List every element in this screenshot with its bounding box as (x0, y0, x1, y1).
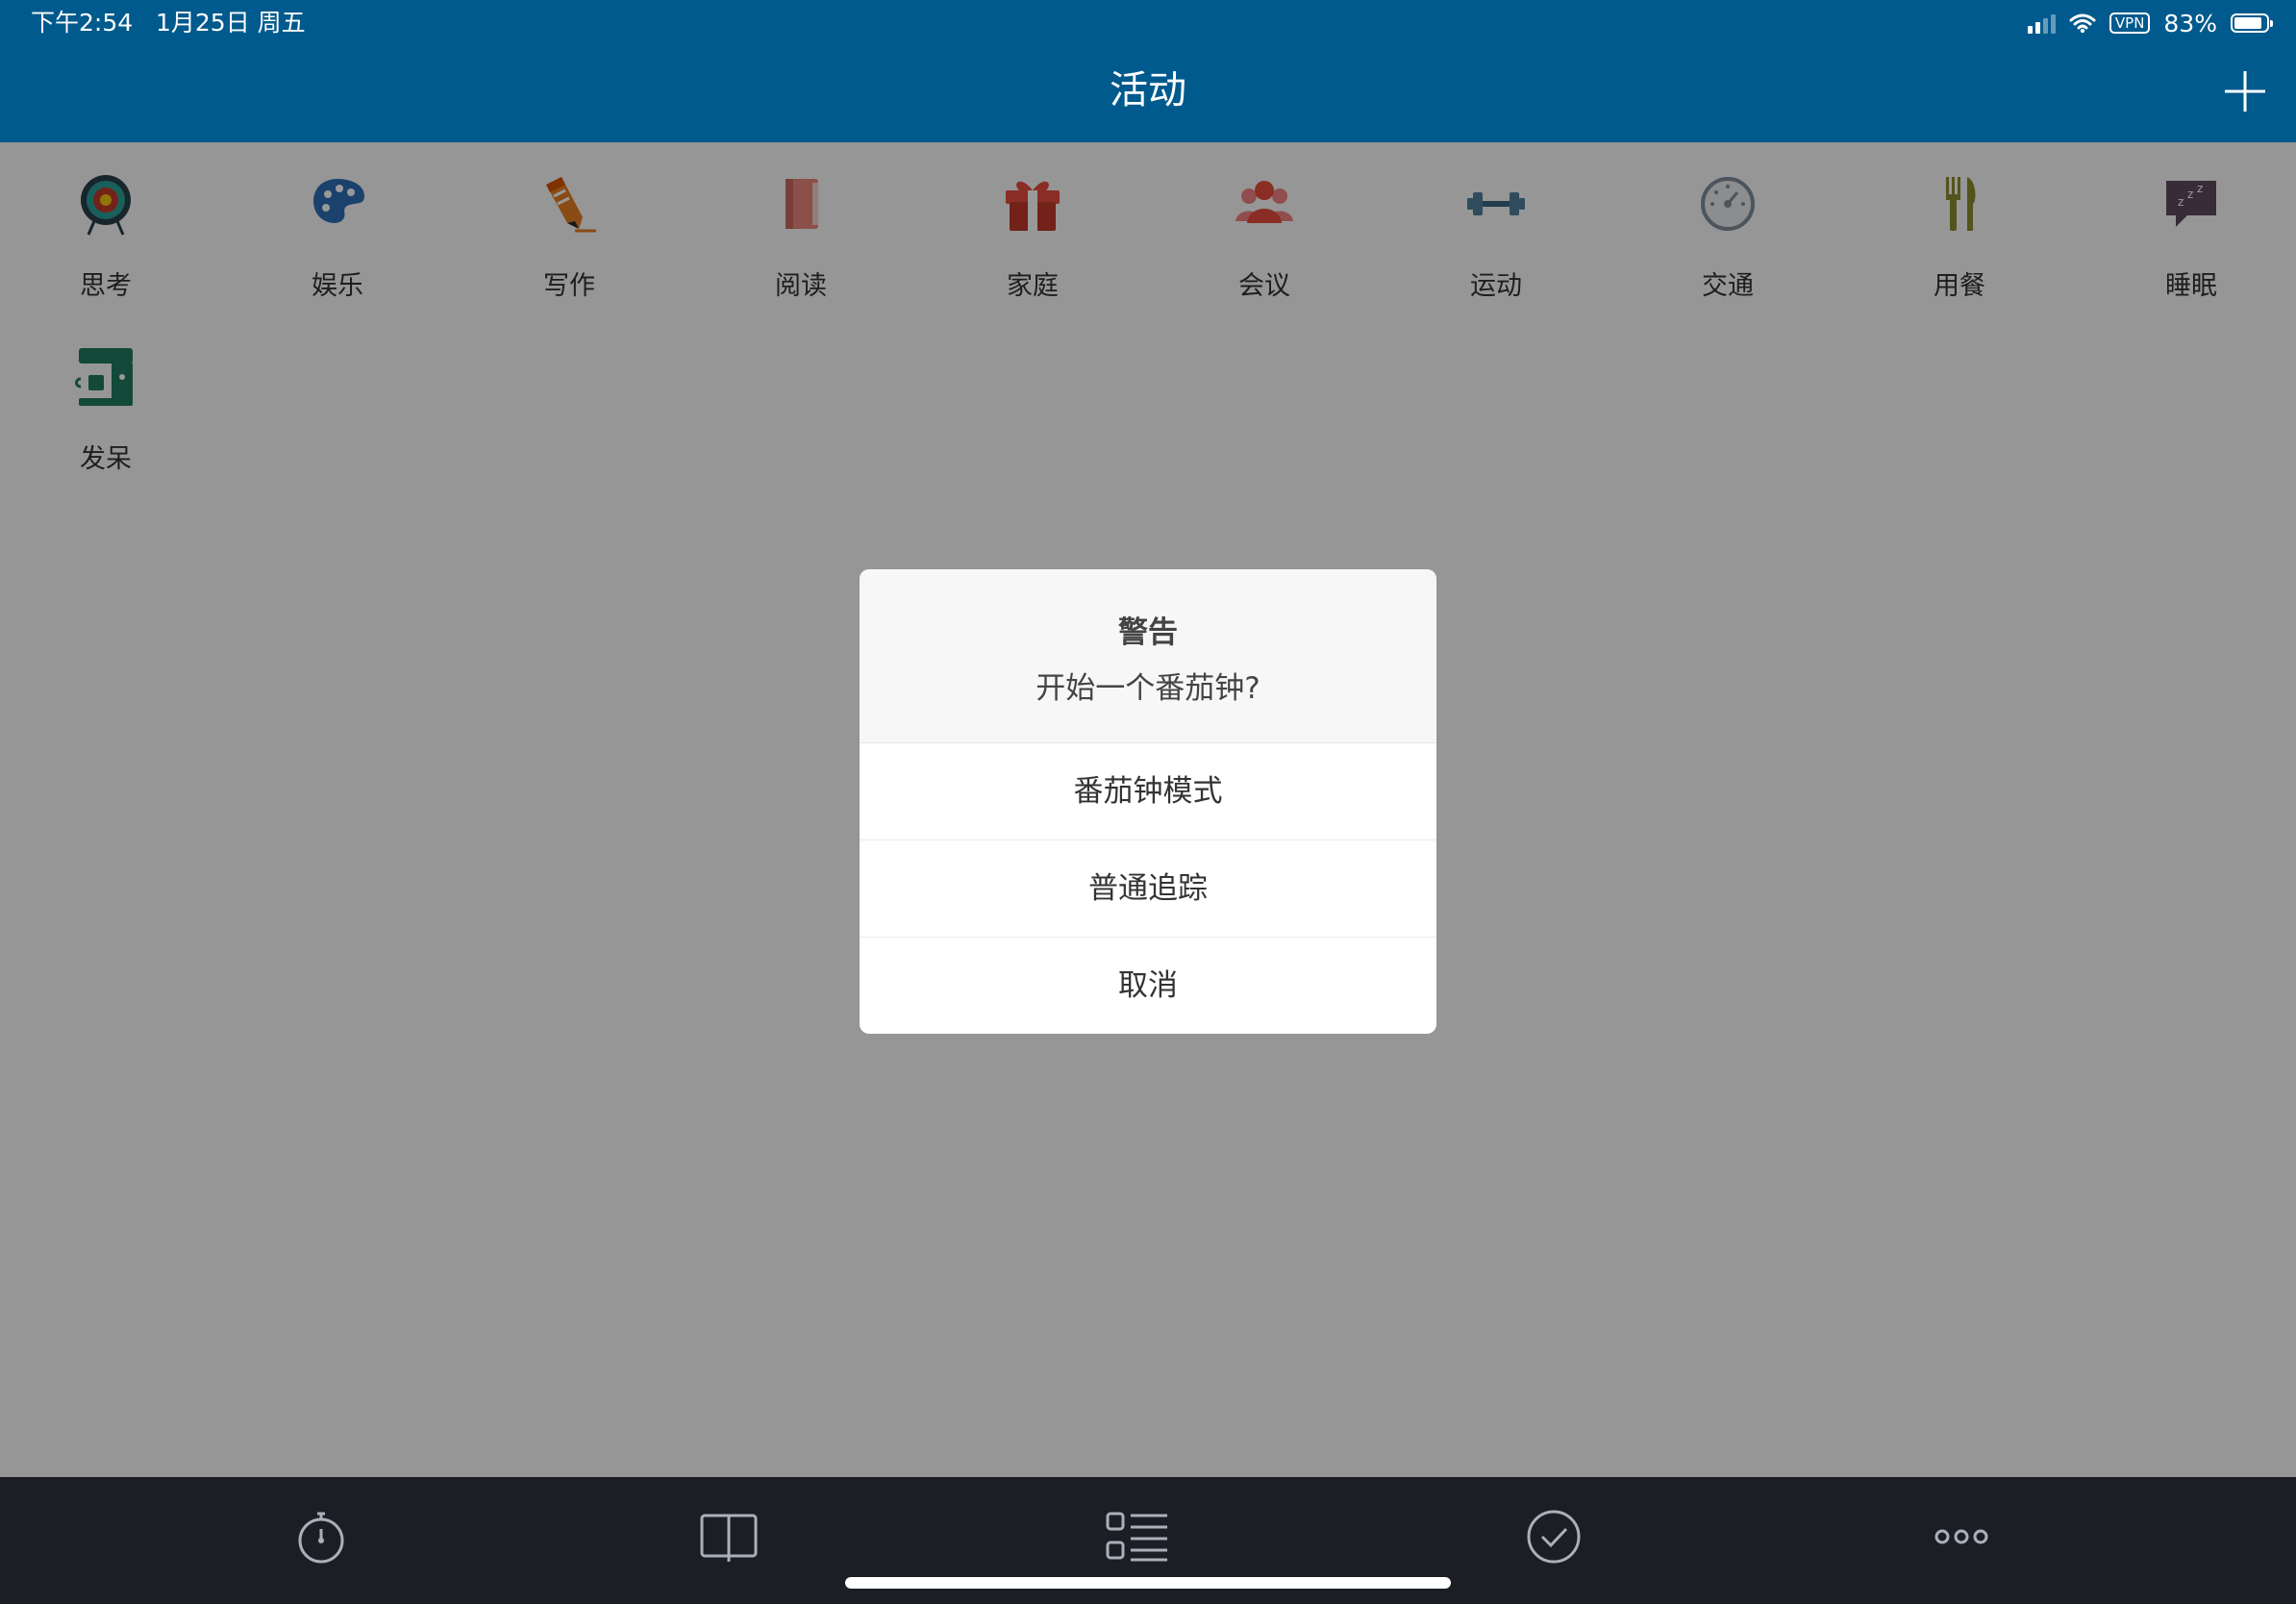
battery-icon (2231, 13, 2273, 33)
status-clock: 下午2:54 (31, 9, 134, 37)
more-icon[interactable] (1931, 1506, 1992, 1567)
book-open-icon[interactable] (698, 1506, 760, 1567)
app-window: 下午2:54 1月25日 周五 VPN 83% 活动 思考 娱乐 写作 阅读 家… (0, 0, 2296, 1604)
status-time: 下午2:54 1月25日 周五 (31, 8, 306, 38)
plus-icon[interactable] (2221, 67, 2269, 115)
list-icon[interactable] (1106, 1506, 1167, 1567)
pomodoro-mode-button[interactable]: 番茄钟模式 (860, 743, 1436, 840)
page-title: 活动 (1110, 68, 1186, 113)
dialog-message: 开始一个番茄钟? (1036, 671, 1260, 706)
status-indicators: VPN 83% (2027, 8, 2273, 38)
check-circle-icon[interactable] (1523, 1506, 1585, 1567)
cancel-button[interactable]: 取消 (860, 938, 1436, 1034)
status-date: 1月25日 周五 (155, 9, 306, 37)
signal-icon (2027, 13, 2056, 34)
stopwatch-icon[interactable] (290, 1506, 352, 1567)
home-indicator[interactable] (845, 1577, 1451, 1589)
wifi-icon (2069, 13, 2096, 34)
dialog-header: 警告 开始一个番茄钟? (860, 569, 1436, 743)
vpn-badge: VPN (2109, 13, 2151, 34)
dialog-title: 警告 (1118, 615, 1178, 650)
normal-tracking-button[interactable]: 普通追踪 (860, 840, 1436, 938)
alert-dialog: 警告 开始一个番茄钟? 番茄钟模式 普通追踪 取消 (860, 569, 1436, 1034)
top-header: 下午2:54 1月25日 周五 VPN 83% 活动 (0, 0, 2296, 142)
battery-percent: 83% (2163, 9, 2217, 38)
